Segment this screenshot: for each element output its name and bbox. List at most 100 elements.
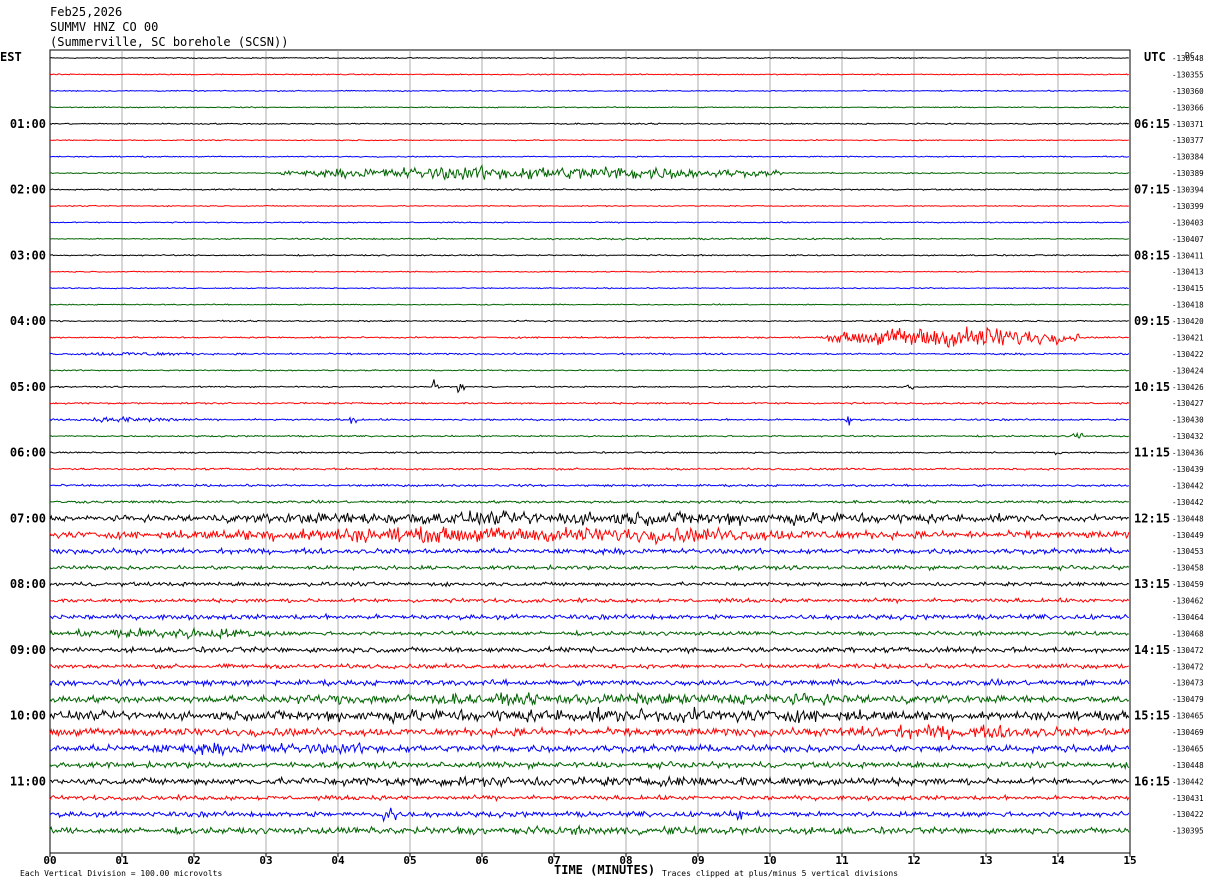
dc-offset-label: -130449 — [1172, 531, 1204, 540]
seismic-trace-23 — [49, 431, 1130, 439]
seismic-trace-0 — [49, 56, 1129, 60]
dc-offset-label: -130348 — [1172, 54, 1204, 63]
dc-offset-label: -130442 — [1172, 777, 1204, 786]
utc-hour-label: 10:15 — [1134, 380, 1170, 394]
dc-offset-label: -130459 — [1172, 580, 1204, 589]
dc-offset-label: -130465 — [1172, 744, 1204, 753]
seismic-trace-14 — [49, 286, 1129, 290]
est-hour-label: 01:00 — [10, 117, 46, 131]
dc-offset-label: -130439 — [1172, 465, 1204, 474]
est-hour-label: 04:00 — [10, 314, 46, 328]
est-hour-label: 02:00 — [10, 183, 46, 197]
seismic-trace-9 — [49, 204, 1129, 208]
dc-offset-label: -130407 — [1172, 235, 1204, 244]
dc-offset-label: -130453 — [1172, 547, 1204, 556]
left-timezone-label: EST — [0, 50, 22, 64]
x-axis-title: TIME (MINUTES) — [554, 863, 655, 877]
header-station: SUMMV HNZ CO 00 — [50, 20, 158, 34]
seismic-trace-16 — [49, 319, 1129, 323]
x-tick-label: 04 — [331, 854, 345, 867]
seismic-trace-5 — [49, 138, 1129, 142]
seismic-trace-3 — [49, 106, 1129, 109]
utc-hour-label: 06:15 — [1134, 117, 1170, 131]
utc-hour-label: 14:15 — [1134, 643, 1170, 657]
seismic-trace-44 — [49, 775, 1129, 789]
seismic-trace-33 — [49, 596, 1130, 605]
x-tick-label: 14 — [1051, 854, 1065, 867]
right-timezone-label: UTC — [1144, 50, 1166, 64]
clip-note: Traces clipped at plus/minus 5 vertical … — [662, 869, 898, 878]
dc-offset-label: -130469 — [1172, 728, 1204, 737]
seismic-trace-42 — [49, 741, 1130, 757]
x-tick-label: 12 — [907, 854, 920, 867]
seismic-trace-7 — [49, 163, 1130, 181]
dc-offset-label: -130422 — [1172, 810, 1204, 819]
seismic-trace-29 — [49, 526, 1130, 546]
dc-offset-label: -130448 — [1172, 761, 1204, 770]
utc-hour-label: 09:15 — [1134, 314, 1170, 328]
seismic-trace-30 — [50, 546, 1130, 557]
dc-offset-label: -130424 — [1172, 366, 1204, 375]
x-tick-label: 15 — [1123, 854, 1136, 867]
seismic-trace-19 — [49, 368, 1129, 372]
dc-offset-label: -130411 — [1172, 251, 1204, 260]
seismic-trace-12 — [50, 253, 1129, 257]
seismic-trace-47 — [49, 824, 1130, 837]
dc-offset-label: -130442 — [1172, 481, 1204, 490]
est-hour-label: 03:00 — [10, 248, 46, 262]
utc-hour-label: 16:15 — [1134, 774, 1170, 788]
seismic-trace-15 — [49, 303, 1129, 306]
x-tick-label: 03 — [259, 854, 272, 867]
dc-offset-label: -130464 — [1172, 613, 1204, 622]
x-tick-label: 01 — [115, 854, 129, 867]
seismic-trace-25 — [49, 467, 1129, 471]
seismic-trace-32 — [49, 580, 1130, 588]
header-date: Feb25,2026 — [50, 5, 122, 19]
utc-hour-label: 11:15 — [1134, 446, 1170, 460]
seismic-trace-20 — [49, 379, 1129, 394]
est-hour-label: 06:00 — [10, 446, 46, 460]
seismic-trace-36 — [49, 645, 1130, 655]
utc-hour-label: 07:15 — [1134, 183, 1170, 197]
seismic-trace-11 — [49, 237, 1129, 241]
seismic-trace-39 — [49, 691, 1130, 707]
dc-offset-label: -130422 — [1172, 350, 1204, 359]
seismic-trace-1 — [49, 73, 1129, 76]
dc-offset-label: -130426 — [1172, 383, 1204, 392]
seismic-trace-31 — [49, 563, 1130, 572]
dc-offset-label: -130366 — [1172, 103, 1204, 112]
seismic-trace-43 — [49, 759, 1130, 771]
x-tick-label: 10 — [763, 854, 776, 867]
dc-offset-label: -130389 — [1172, 169, 1204, 178]
seismic-trace-40 — [49, 706, 1130, 726]
x-tick-label: 00 — [43, 854, 56, 867]
seismic-trace-17 — [49, 326, 1129, 349]
seismic-trace-27 — [49, 499, 1129, 505]
x-tick-label: 13 — [979, 854, 992, 867]
seismic-trace-10 — [50, 221, 1130, 224]
x-tick-label: 06 — [475, 854, 489, 867]
dc-offset-label: -130431 — [1172, 794, 1204, 803]
seismic-trace-38 — [49, 677, 1130, 688]
est-hour-label: 10:00 — [10, 709, 46, 723]
seismic-trace-37 — [49, 662, 1129, 670]
seismic-trace-24 — [49, 450, 1130, 456]
dc-offset-label: -130427 — [1172, 399, 1204, 408]
dc-offset-label: -130413 — [1172, 268, 1204, 277]
utc-hour-label: 12:15 — [1134, 511, 1170, 525]
seismic-trace-22 — [49, 415, 1129, 426]
seismic-trace-2 — [49, 89, 1129, 93]
est-hour-label: 08:00 — [10, 577, 46, 591]
seismic-trace-18 — [49, 351, 1130, 357]
x-tick-label: 05 — [403, 854, 416, 867]
seismic-trace-8 — [49, 188, 1129, 192]
dc-offset-label: -130448 — [1172, 514, 1204, 523]
seismic-trace-35 — [49, 626, 1129, 640]
dc-offset-label: -130458 — [1172, 564, 1204, 573]
dc-offset-label: -130472 — [1172, 662, 1204, 671]
dc-offset-label: -130384 — [1172, 153, 1204, 162]
dc-offset-label: -130399 — [1172, 202, 1204, 211]
est-hour-label: 05:00 — [10, 380, 46, 394]
dc-offset-label: -130421 — [1172, 333, 1204, 342]
est-hour-label: 09:00 — [10, 643, 46, 657]
